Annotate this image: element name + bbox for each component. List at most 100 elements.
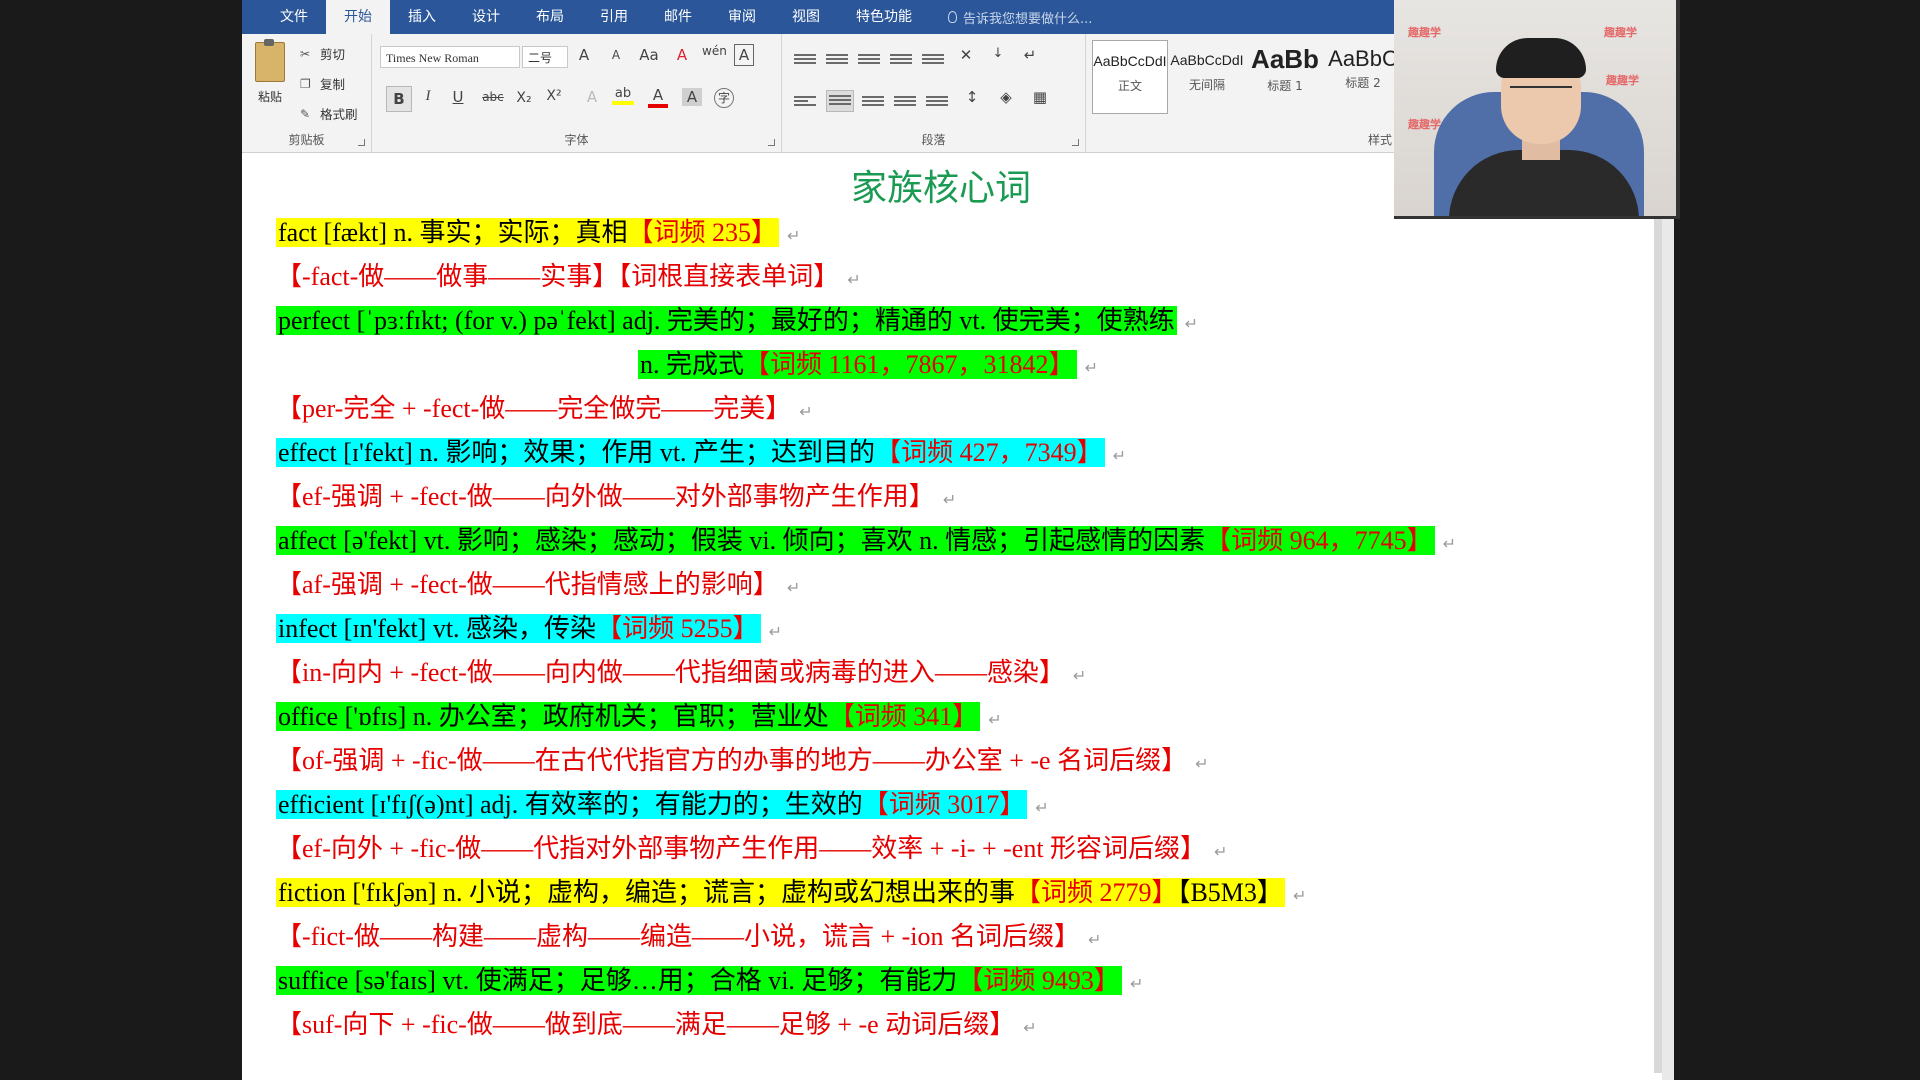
tab-features[interactable]: 特色功能 — [838, 0, 930, 34]
line-highlight: 【ef-强调 + -fect-做——向外做——对外部事物产生作用】 — [276, 482, 935, 511]
frequency-label: 【词频 341】 — [828, 702, 979, 731]
paragraph-group-label: 段落 — [921, 133, 946, 147]
document-area: 家族核心词 fact [fækt] n. 事实；实际；真相【词频 235】 ↵ 【-… — [242, 153, 1674, 1080]
entry-text: office ['ɒfɪs] n. 办公室；政府机关；官职；营业处 — [278, 702, 829, 731]
tell-me-text: 告诉我您想要做什么... — [963, 11, 1093, 27]
increase-indent-icon[interactable] — [922, 52, 944, 68]
etymology-line: 【suf-向下 + -fic-做——做到底——满足——足够 + -e 动词后缀】… — [276, 1005, 1037, 1045]
grow-font-button[interactable]: A — [572, 46, 596, 64]
tab-design[interactable]: 设计 — [454, 0, 518, 34]
line-highlight: 【-fact-做——做事——实事】【词根直接表单词】 — [276, 262, 839, 291]
enclose-char-button[interactable]: 字 — [714, 88, 734, 108]
style-no-spacing[interactable]: AaBbCcDdI 无间隔 — [1170, 40, 1244, 112]
font-size-dropdown[interactable]: 二号 — [522, 46, 568, 68]
paragraph-mark-icon: ↵ — [1292, 888, 1307, 905]
line-spacing-icon[interactable]: ↕ — [960, 88, 984, 106]
phonetic-guide-icon[interactable]: wén — [702, 44, 727, 58]
paragraph-mark-icon: ↵ — [1195, 756, 1209, 773]
paragraph-mark-icon: ↵ — [1184, 316, 1199, 333]
style-heading-2-name: 标题 2 — [1345, 76, 1381, 90]
line-highlight: 【suf-向下 + -fic-做——做到底——满足——足够 + -e 动词后缀】 — [276, 1010, 1015, 1039]
sort-icon[interactable]: ↓ — [986, 46, 1010, 61]
tab-review[interactable]: 审阅 — [710, 0, 774, 34]
style-normal[interactable]: AaBbCcDdI 正文 — [1092, 40, 1168, 114]
tab-layout[interactable]: 布局 — [518, 0, 582, 34]
tab-references[interactable]: 引用 — [582, 0, 646, 34]
etymology-text: 【per-完全 + -fect-做——完全做完——完美】 — [276, 394, 792, 423]
distributed-icon[interactable] — [926, 94, 948, 110]
clipboard-group-label: 剪贴板 — [288, 133, 325, 147]
highlight-button[interactable]: ab — [612, 86, 634, 105]
document-page[interactable]: 家族核心词 fact [fækt] n. 事实；实际；真相【词频 235】 ↵ 【-… — [242, 153, 1662, 1080]
clear-format-icon[interactable]: A — [670, 46, 694, 64]
entry-text: infect [ɪn'fekt] vt. 感染，传染 — [278, 614, 597, 643]
tab-view[interactable]: 视图 — [774, 0, 838, 34]
justify-icon[interactable] — [894, 94, 916, 110]
style-heading-1-name: 标题 1 — [1267, 79, 1303, 93]
frequency-label: 【词频 9493】 — [957, 966, 1120, 995]
tell-me-box[interactable]: 告诉我您想要做什么... — [948, 8, 1092, 27]
tab-mailings[interactable]: 邮件 — [646, 0, 710, 34]
tab-insert[interactable]: 插入 — [390, 0, 454, 34]
format-painter-button[interactable]: ✎ 格式刷 — [300, 104, 358, 123]
word-entry-line: fiction ['fɪkʃən] n. 小说；虚构，编造；谎言；虚构或幻想出来… — [276, 873, 1306, 913]
paragraph-mark-icon: ↵ — [799, 404, 813, 421]
align-center-icon[interactable] — [826, 90, 854, 112]
shading-icon[interactable]: ◈ — [994, 88, 1018, 106]
numbering-icon[interactable] — [826, 52, 848, 68]
shrink-font-button[interactable]: A — [604, 48, 628, 62]
paste-button[interactable]: 粘贴 — [250, 39, 290, 105]
strikethrough-button[interactable]: abc — [478, 90, 508, 104]
scissors-icon: ✂ — [300, 46, 311, 61]
paragraph-group: ✕ ↓ ↵ ↕ ◈ ▦ 段落 — [782, 34, 1086, 152]
italic-button[interactable]: I — [416, 88, 440, 105]
font-group: Times New Roman 二号 A A Aa A wén A B I U … — [372, 34, 782, 152]
line-highlight: 【per-完全 + -fect-做——完全做完——完美】 — [276, 394, 791, 423]
style-heading-2[interactable]: AaBbC 标题 2 — [1326, 40, 1400, 112]
frequency-label: 【词频 235】 — [627, 218, 778, 247]
etymology-line: 【af-强调 + -fect-做——代指情感上的影响】 ↵ — [276, 565, 800, 605]
text-effects-icon[interactable]: A — [580, 88, 604, 106]
vertical-scrollbar[interactable] — [1654, 213, 1662, 1073]
font-name-dropdown[interactable]: Times New Roman — [380, 46, 520, 68]
show-marks-icon[interactable]: ↵ — [1018, 46, 1042, 64]
paragraph-launcher-icon[interactable] — [1072, 139, 1079, 146]
level-tag: 【B5M3】 — [1177, 878, 1283, 907]
entry-text: perfect [ˈpɜːfɪkt; (for v.) pəˈfekt] adj… — [278, 306, 1175, 335]
etymology-line: 【-fict-做——构建——虚构——编造——小说，谎言 + -ion 名词后缀】… — [276, 917, 1101, 957]
bold-button[interactable]: B — [386, 86, 412, 112]
char-shading-button[interactable]: A — [682, 88, 702, 106]
bullets-icon[interactable] — [794, 52, 816, 68]
borders-icon[interactable]: ▦ — [1028, 88, 1052, 106]
font-launcher-icon[interactable] — [768, 139, 775, 146]
frequency-label: 【词频 1161，7867，31842】 — [744, 350, 1075, 379]
change-case-button[interactable]: Aa — [634, 46, 664, 64]
copy-icon: ❐ — [300, 76, 311, 91]
decrease-indent-icon[interactable] — [890, 52, 912, 68]
superscript-button[interactable]: X² — [542, 88, 566, 104]
align-right-icon[interactable] — [862, 94, 884, 110]
chinese-layout-icon[interactable]: ✕ — [954, 46, 978, 64]
clipboard-launcher-icon[interactable] — [358, 139, 365, 146]
style-heading-1[interactable]: AaBb 标题 1 — [1248, 40, 1322, 112]
copy-button[interactable]: ❐ 复制 — [300, 74, 345, 93]
line-highlight: 【in-向内 + -fect-做——向内做——代指细菌或病毒的进入——感染】 — [276, 658, 1065, 687]
font-color-button[interactable]: A — [648, 86, 668, 108]
etymology-text: 【ef-强调 + -fect-做——向外做——对外部事物产生作用】 — [276, 482, 935, 511]
subscript-button[interactable]: X₂ — [512, 90, 536, 106]
entry-text: efficient [ɪ'fɪʃ(ə)nt] adj. 有效率的；有能力的；生效… — [278, 790, 863, 819]
tab-home[interactable]: 开始 — [326, 0, 390, 34]
tab-file[interactable]: 文件 — [262, 0, 326, 34]
align-left-icon[interactable] — [794, 94, 816, 110]
word-entry-line: efficient [ɪ'fɪʃ(ə)nt] adj. 有效率的；有能力的；生效… — [276, 785, 1049, 825]
webcam-person-hair — [1496, 38, 1586, 78]
paragraph-mark-icon: ↵ — [1035, 800, 1049, 817]
webcam-logo: 趣趣学 — [1606, 74, 1639, 87]
cut-button[interactable]: ✂ 剪切 — [300, 44, 345, 63]
multilevel-list-icon[interactable] — [858, 52, 880, 68]
lightbulb-icon — [948, 11, 957, 23]
line-highlight: effect [ɪ'fekt] n. 影响；效果；作用 vt. 产生；达到目的【… — [276, 438, 1105, 467]
etymology-line: 【of-强调 + -fic-做——在古代代指官方的办事的地方——办公室 + -e… — [276, 741, 1209, 781]
char-border-icon[interactable]: A — [734, 44, 754, 66]
underline-button[interactable]: U — [446, 88, 470, 106]
